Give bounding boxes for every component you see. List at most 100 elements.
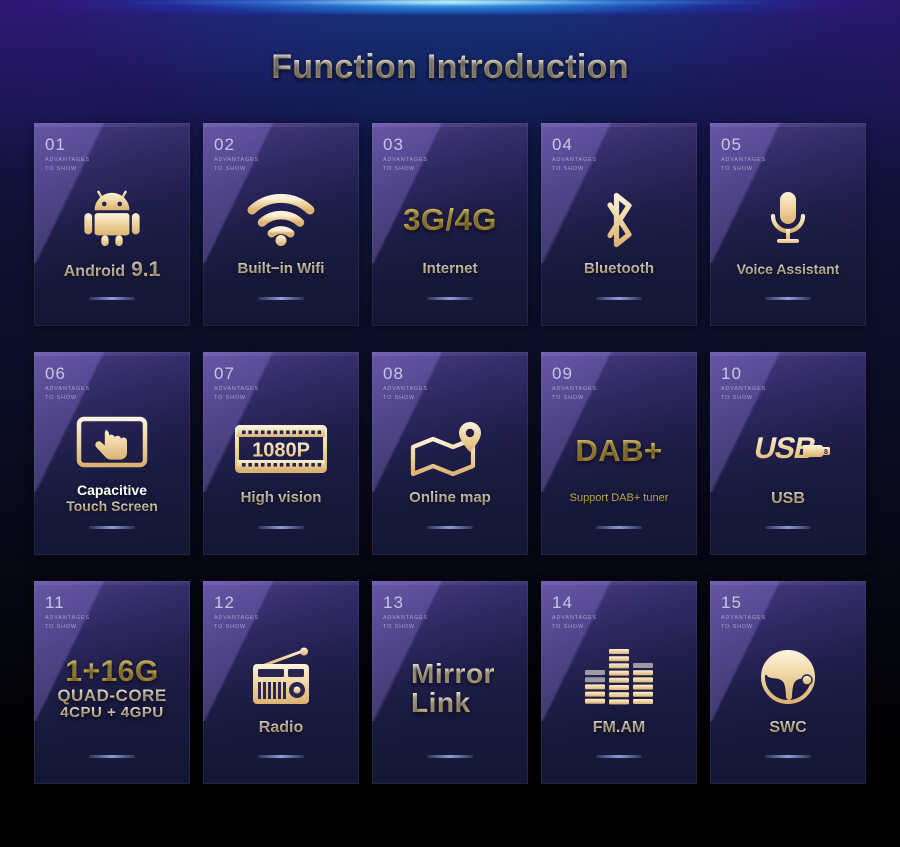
card-headline-line: QUAD-CORE [57,686,167,706]
card-subtitle-line1: ADVANTAGES [552,615,598,621]
card-label-group: Radio [259,719,303,737]
feature-card[interactable]: 14 ADVANTAGES TO SHOW FM.AM [541,581,697,784]
card-number: 11 [45,593,65,612]
card-label: Support DAB+ tuner [569,492,669,505]
card-label: Bluetooth [584,260,654,278]
svg-text:8: 8 [824,449,828,456]
feature-card[interactable]: 13 ADVANTAGES TO SHOW Mirror Link [372,581,528,784]
card-number: 14 [552,593,573,612]
card-divider [427,526,473,529]
card-label: Built−in Wifi [237,260,325,278]
mirror-link-text-icon: Mirror Link [405,659,495,717]
card-subtitle: ADVANTAGES TO SHOW [45,156,90,174]
card-subtitle: ADVANTAGES TO SHOW [214,385,259,403]
page-title-wrapper: Function Introduction [0,48,900,87]
card-number: 06 [45,364,66,383]
card-divider [258,297,304,300]
card-divider [765,297,811,300]
steering-wheel-icon [757,641,819,715]
feature-card[interactable]: 08 ADVANTAGES TO SHOW Online map [372,352,528,555]
card-label: Voice Assistant [736,260,840,277]
card-subtitle-line1: ADVANTAGES [383,615,429,621]
card-divider [258,755,304,758]
card-subtitle: ADVANTAGES TO SHOW [383,156,428,174]
card-divider [89,297,135,300]
film-strip-1080p-icon: 1080P [235,412,327,486]
card-label: Android [63,262,126,280]
card-number: 08 [383,364,404,383]
card-label: USB [771,489,805,507]
card-number: 05 [721,135,742,154]
card-divider [89,755,135,758]
feature-card[interactable]: 06 ADVANTAGES TO SHOW Capacitive Touch Scre… [34,352,190,555]
feature-card[interactable]: 07 ADVANTAGES TO SHOW 1080P High vision [203,352,359,555]
card-divider [596,297,642,300]
card-label-group: Capacitive Touch Screen [66,482,158,514]
card-subtitle-line2: TO SHOW [552,624,584,630]
card-headline: DAB+ [575,433,663,469]
map-pin-icon [409,412,491,486]
feature-card[interactable]: 02 ADVANTAGES TO SHOW Built−in Wifi [203,123,359,326]
card-divider [427,297,473,300]
card-subtitle-line1: ADVANTAGES [45,157,91,163]
card-subtitle-line1: ADVANTAGES [721,615,767,621]
card-number: 07 [214,364,235,383]
card-label: Touch Screen [66,497,158,514]
card-subtitle-line2: TO SHOW [552,395,584,401]
feature-card[interactable]: 01 ADVANTAGES TO SHOW Android 9.1 [34,123,190,326]
card-subtitle-line1: ADVANTAGES [214,386,260,392]
3g-4g-text-icon: 3G/4G [403,183,497,257]
card-divider [596,755,642,758]
feature-card-grid: 01 ADVANTAGES TO SHOW Android 9.1 02 ADVA [34,123,866,784]
equalizer-icon [583,641,655,715]
card-subtitle: ADVANTAGES TO SHOW [721,156,766,174]
card-headline-line: 4CPU + 4GPU [57,705,166,721]
card-label-group: FM.AM [593,719,645,737]
card-subtitle-line1: ADVANTAGES [45,615,91,621]
svg-text:1080P: 1080P [252,440,310,462]
card-subtitle: ADVANTAGES TO SHOW [383,614,428,632]
card-number: 03 [383,135,404,154]
card-divider [427,755,473,758]
card-subtitle: ADVANTAGES TO SHOW [552,385,597,403]
card-subtitle-line2: TO SHOW [383,395,415,401]
card-divider [258,526,304,529]
card-headline-line: 1+16G [57,656,166,688]
card-headline: 3G/4G [403,202,497,238]
card-subtitle-line2: TO SHOW [552,166,584,172]
feature-card[interactable]: 05 ADVANTAGES TO SHOW Voice Assistant [710,123,866,326]
card-subtitle: ADVANTAGES TO SHOW [383,385,428,403]
wifi-icon [247,183,315,257]
card-label: 9.1 [131,257,161,281]
card-label-group: Online map [409,489,491,507]
card-subtitle-line2: TO SHOW [721,395,753,401]
feature-card[interactable]: 04 ADVANTAGES TO SHOW Bluetooth [541,123,697,326]
card-subtitle-line2: TO SHOW [45,395,77,401]
card-subtitle-line1: ADVANTAGES [214,615,260,621]
card-subtitle: ADVANTAGES TO SHOW [214,614,259,632]
card-label: Internet [422,260,478,278]
card-subtitle-line2: TO SHOW [383,166,415,172]
card-label-group: Android 9.1 [64,258,161,282]
card-subtitle-line1: ADVANTAGES [721,386,767,392]
card-label-row: Android 9.1 [64,258,161,282]
card-number: 04 [552,135,573,154]
card-label-group: Internet [422,260,478,278]
feature-card[interactable]: 11 ADVANTAGES TO SHOW 1+16G QUAD-CORE 4CPU + … [34,581,190,784]
card-subtitle: ADVANTAGES TO SHOW [214,156,259,174]
card-number: 12 [214,593,235,612]
feature-card[interactable]: 09 ADVANTAGES TO SHOW DAB+ Support DAB+ tune… [541,352,697,555]
card-label: High vision [240,489,322,507]
card-divider [765,755,811,758]
card-number: 10 [721,364,742,383]
card-label-group: Support DAB+ tuner [570,492,669,504]
card-subtitle-line2: TO SHOW [383,624,415,630]
feature-card[interactable]: 15 ADVANTAGES TO SHOW SWC [710,581,866,784]
card-subtitle-line2: TO SHOW [721,624,753,630]
feature-card[interactable]: 12 ADVANTAGES TO SHOW Radio [203,581,359,784]
feature-card[interactable]: 03 ADVANTAGES TO SHOW 3G/4G Internet [372,123,528,326]
card-divider [596,526,642,529]
feature-card[interactable]: 10 ADVANTAGES TO SHOW USB 8 USB [710,352,866,555]
card-subtitle-line1: ADVANTAGES [383,386,429,392]
radio-icon [248,641,314,715]
